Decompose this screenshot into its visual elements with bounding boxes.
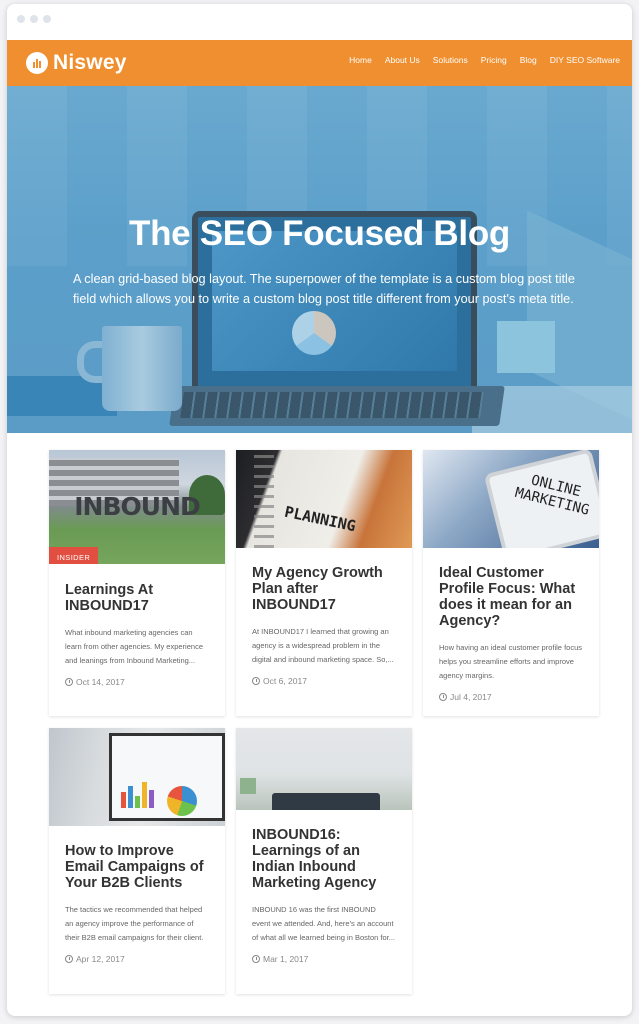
post-date: Mar 1, 2017 [252, 954, 396, 964]
nav-item-pricing[interactable]: Pricing [481, 55, 507, 65]
blog-card[interactable]: INBOUND16: Learnings of an Indian Inboun… [236, 728, 412, 994]
post-excerpt: At INBOUND17 I learned that growing an a… [252, 627, 394, 665]
main-nav: Home About Us Solutions Pricing Blog DIY… [349, 55, 620, 65]
hero-banner: The SEO Focused Blog A clean grid-based … [7, 86, 632, 433]
page-title: The SEO Focused Blog [129, 214, 510, 253]
thumb-notebook-text: PLANNING [282, 502, 358, 536]
post-date-text: Oct 6, 2017 [263, 675, 307, 686]
nav-item-blog[interactable]: Blog [520, 55, 537, 65]
window-dot-icon [43, 15, 51, 23]
post-thumbnail[interactable]: INBOUND INSIDER [49, 450, 225, 564]
post-date: Oct 14, 2017 [65, 677, 209, 687]
post-date-text: Jul 4, 2017 [450, 691, 492, 702]
thumb-decoration [240, 778, 256, 794]
window-dot-icon [17, 15, 25, 23]
blog-card[interactable]: How to Improve Email Campaigns of Your B… [49, 728, 225, 994]
clock-icon [252, 954, 260, 963]
blog-card[interactable]: ONLINE MARKETING Ideal Customer Profile … [423, 450, 599, 716]
site-header: Niswey Home About Us Solutions Pricing B… [7, 40, 632, 86]
post-date: Oct 6, 2017 [252, 676, 396, 686]
browser-window: Niswey Home About Us Solutions Pricing B… [7, 4, 632, 1016]
thumb-sign-text: INBOUND [74, 492, 201, 521]
site-logo[interactable]: Niswey [26, 51, 127, 75]
post-title[interactable]: How to Improve Email Campaigns of Your B… [65, 843, 209, 891]
clock-icon [252, 676, 260, 685]
category-badge[interactable]: INSIDER [49, 547, 99, 564]
clock-icon [65, 954, 73, 963]
thumb-monitor [109, 733, 225, 821]
post-date: Jul 4, 2017 [439, 692, 583, 702]
nav-item-home[interactable]: Home [349, 55, 372, 65]
post-excerpt: INBOUND 16 was the first INBOUND event w… [252, 905, 396, 943]
post-title[interactable]: Learnings At INBOUND17 [65, 582, 209, 614]
hero-keys [180, 392, 484, 418]
nav-item-solutions[interactable]: Solutions [433, 55, 468, 65]
logo-text: Niswey [53, 51, 127, 74]
hero-subtitle: A clean grid-based blog layout. The supe… [73, 272, 575, 306]
post-thumbnail[interactable]: ONLINE MARKETING [423, 450, 599, 548]
hero-mug [102, 326, 182, 411]
thumb-pie-chart [167, 786, 197, 816]
post-excerpt: What inbound marketing agencies can lear… [65, 628, 203, 666]
hero-box [497, 321, 555, 373]
post-excerpt: The tactics we recommended that helped a… [65, 905, 204, 943]
nav-item-about-us[interactable]: About Us [385, 55, 420, 65]
blog-card[interactable]: INBOUND INSIDER Learnings At INBOUND17 W… [49, 450, 225, 716]
clock-icon [439, 692, 447, 701]
post-excerpt: How having an ideal customer profile foc… [439, 643, 582, 681]
post-date-text: Apr 12, 2017 [76, 953, 125, 964]
browser-chrome [7, 4, 632, 40]
logo-bars-icon [26, 52, 48, 74]
window-dot-icon [30, 15, 38, 23]
post-thumbnail[interactable]: PLANNING [236, 450, 412, 548]
blog-card[interactable]: PLANNING My Agency Growth Plan after INB… [236, 450, 412, 716]
post-thumbnail[interactable] [236, 728, 412, 810]
hero-pie-icon [292, 311, 336, 355]
post-title[interactable]: My Agency Growth Plan after INBOUND17 [252, 565, 396, 613]
post-date: Apr 12, 2017 [65, 954, 209, 964]
thumb-laptop [272, 793, 380, 810]
clock-icon [65, 677, 73, 686]
nav-item-diy-seo-software[interactable]: DIY SEO Software [550, 55, 620, 65]
post-date-text: Mar 1, 2017 [263, 953, 309, 964]
post-title[interactable]: INBOUND16: Learnings of an Indian Inboun… [252, 827, 396, 891]
post-date-text: Oct 14, 2017 [76, 676, 125, 687]
post-title[interactable]: Ideal Customer Profile Focus: What does … [439, 565, 583, 629]
thumb-notebook-rings [254, 450, 274, 548]
post-thumbnail[interactable] [49, 728, 225, 826]
